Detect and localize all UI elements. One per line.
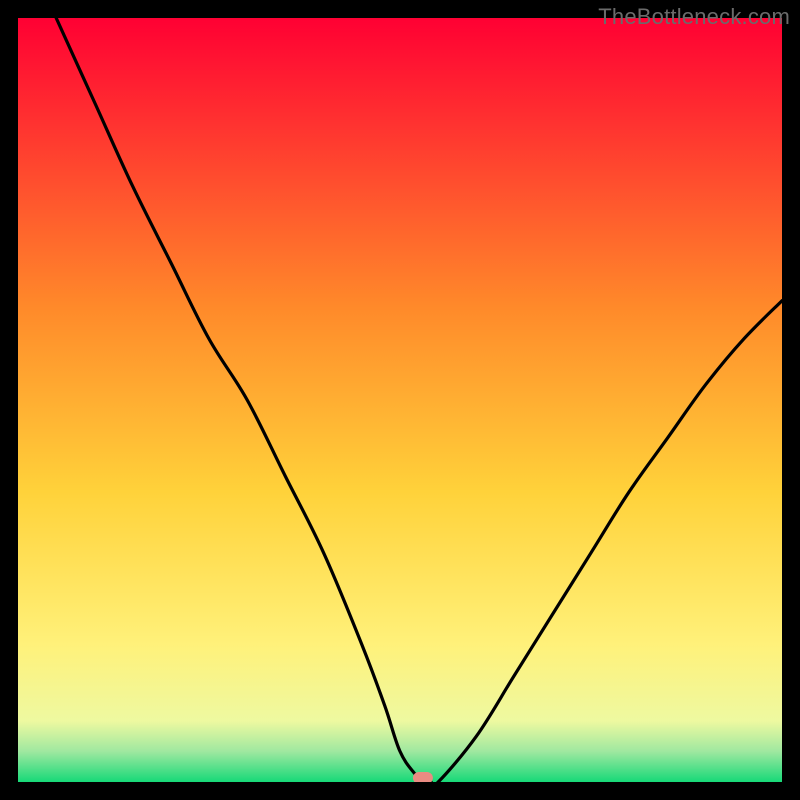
chart-frame: TheBottleneck.com	[0, 0, 800, 800]
gradient-background	[18, 18, 782, 782]
bottleneck-chart	[18, 18, 782, 782]
optimal-point-marker	[413, 772, 433, 782]
watermark-label: TheBottleneck.com	[598, 4, 790, 30]
